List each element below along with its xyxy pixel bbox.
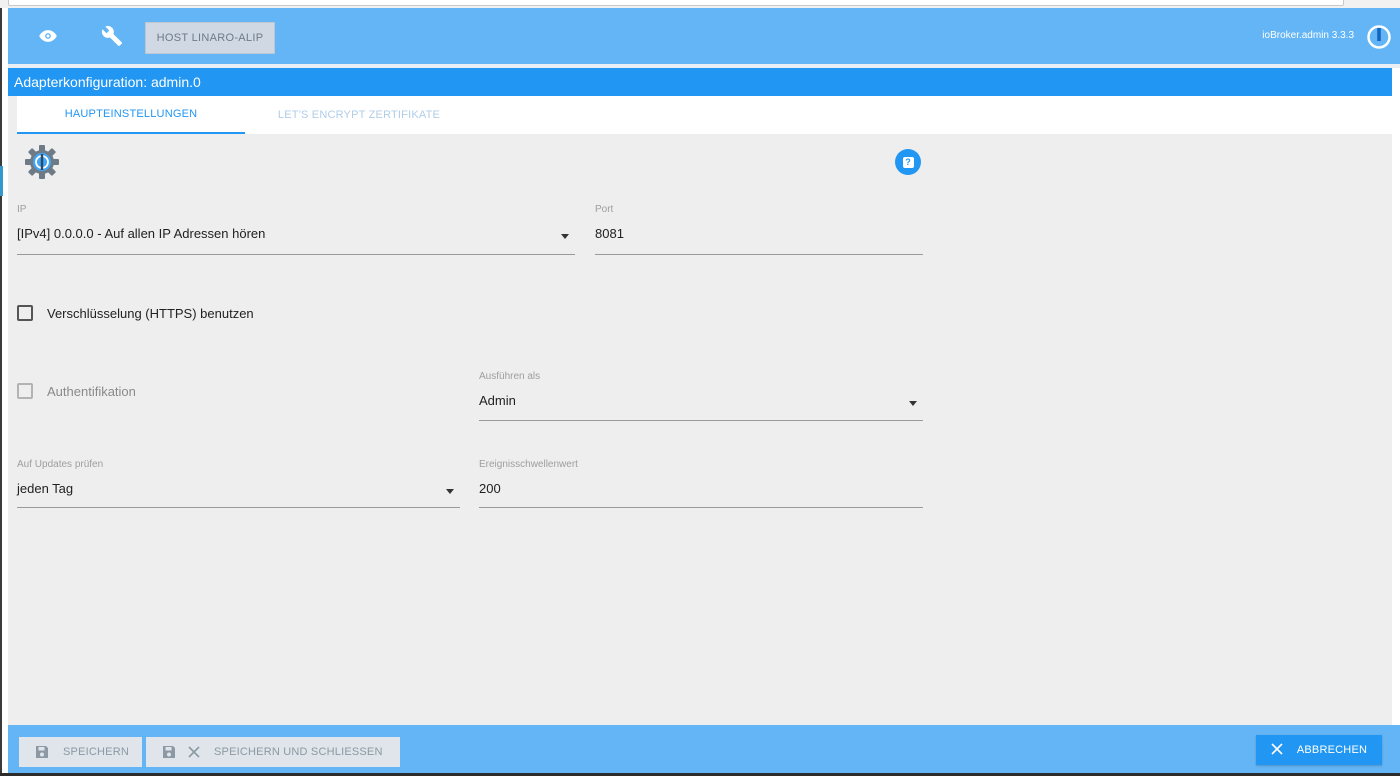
page-title: Adapterkonfiguration: admin.0 bbox=[8, 68, 1392, 96]
auth-checkbox-box[interactable] bbox=[17, 383, 33, 399]
updates-value: jeden Tag bbox=[17, 481, 74, 496]
run-as-label: Ausführen als bbox=[479, 371, 541, 382]
ip-label: IP bbox=[17, 204, 27, 215]
config-content: HAUPTEINSTELLUNGEN LET'S ENCRYPT ZERTIFI… bbox=[8, 96, 1392, 725]
updates-select[interactable]: Auf Updates prüfen jeden Tag bbox=[17, 459, 460, 508]
chevron-down-icon bbox=[446, 489, 454, 494]
run-as-value: Admin bbox=[479, 393, 516, 408]
sidebar-marker bbox=[0, 166, 3, 196]
ip-select[interactable]: IP [IPv4] 0.0.0.0 - Auf allen IP Adresse… bbox=[17, 204, 575, 255]
threshold-label: Ereignisschwellenwert bbox=[479, 459, 578, 470]
run-as-underline bbox=[479, 420, 923, 421]
power-icon[interactable] bbox=[1366, 24, 1392, 50]
close-icon bbox=[1271, 742, 1283, 758]
save-and-close-label: SPEICHERN UND SCHLIESSEN bbox=[214, 746, 383, 758]
chevron-down-icon bbox=[561, 234, 569, 239]
version-label: ioBroker.admin 3.3.3 bbox=[1262, 30, 1354, 41]
threshold-underline bbox=[479, 507, 923, 508]
https-checkbox-label: Verschlüsselung (HTTPS) benutzen bbox=[47, 305, 254, 321]
wrench-icon[interactable] bbox=[98, 22, 126, 50]
https-checkbox[interactable]: Verschlüsselung (HTTPS) benutzen bbox=[17, 305, 254, 321]
auth-checkbox-label: Authentifikation bbox=[47, 383, 136, 399]
help-button[interactable]: ? bbox=[895, 149, 921, 175]
run-as-select[interactable]: Ausführen als Admin bbox=[479, 371, 923, 421]
ip-underline bbox=[17, 254, 575, 255]
floppy-icon bbox=[162, 745, 176, 759]
port-underline bbox=[595, 254, 923, 255]
host-button[interactable]: HOST LINARO-ALIP bbox=[145, 22, 275, 54]
bottom-action-bar: SPEICHERN SPEICHERN UND SCHLIESSEN ABBRE… bbox=[8, 725, 1400, 773]
tab-bar: HAUPTEINSTELLUNGEN LET'S ENCRYPT ZERTIFI… bbox=[17, 96, 1392, 134]
port-value: 8081 bbox=[595, 226, 624, 241]
browser-url-box[interactable] bbox=[8, 0, 1344, 6]
threshold-input[interactable]: Ereignisschwellenwert 200 bbox=[479, 459, 923, 508]
cancel-button-label: ABBRECHEN bbox=[1296, 744, 1368, 756]
admin-logo-icon bbox=[24, 144, 60, 180]
cancel-button[interactable]: ABBRECHEN bbox=[1256, 735, 1382, 765]
window-left-edge bbox=[0, 8, 2, 776]
help-icon: ? bbox=[902, 156, 914, 168]
tab-main-settings[interactable]: HAUPTEINSTELLUNGEN bbox=[17, 96, 245, 134]
updates-underline bbox=[17, 507, 460, 508]
eye-icon[interactable] bbox=[34, 22, 62, 50]
close-icon bbox=[188, 746, 200, 758]
threshold-value: 200 bbox=[479, 481, 501, 496]
top-app-bar: HOST LINARO-ALIP ioBroker.admin 3.3.3 bbox=[8, 8, 1400, 64]
browser-address-strip bbox=[0, 0, 1400, 8]
port-label: Port bbox=[595, 204, 614, 215]
floppy-icon bbox=[35, 745, 49, 759]
chevron-down-icon bbox=[909, 401, 917, 406]
https-checkbox-box[interactable] bbox=[17, 305, 33, 321]
save-button-label: SPEICHERN bbox=[63, 746, 129, 758]
ip-value: [IPv4] 0.0.0.0 - Auf allen IP Adressen h… bbox=[17, 226, 266, 241]
save-and-close-button[interactable]: SPEICHERN UND SCHLIESSEN bbox=[146, 737, 400, 767]
port-input[interactable]: Port 8081 bbox=[595, 204, 923, 255]
save-button[interactable]: SPEICHERN bbox=[19, 737, 142, 767]
tab-lets-encrypt[interactable]: LET'S ENCRYPT ZERTIFIKATE bbox=[245, 96, 473, 134]
auth-checkbox[interactable]: Authentifikation bbox=[17, 383, 136, 399]
updates-label: Auf Updates prüfen bbox=[17, 459, 104, 470]
